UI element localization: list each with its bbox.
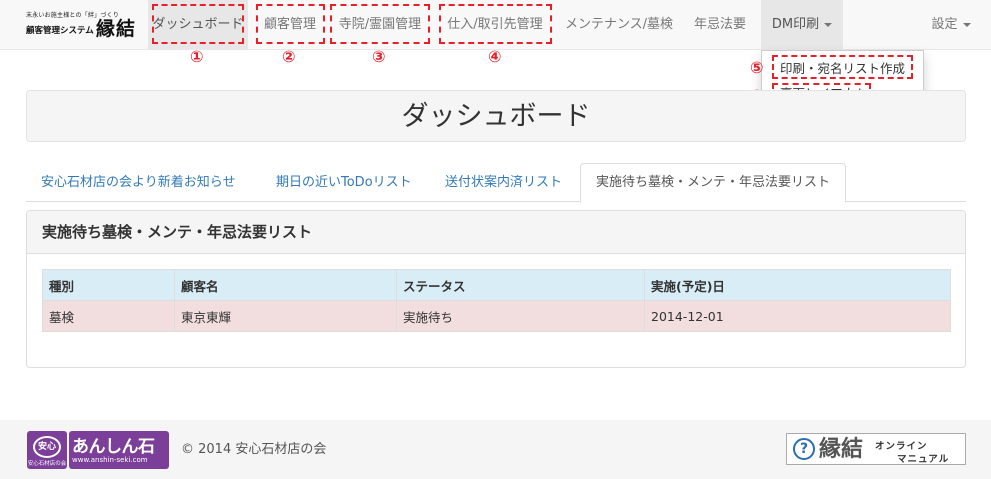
nav-dashboard[interactable]: ダッシュボード bbox=[148, 0, 248, 50]
manual-label-online: オンライン bbox=[875, 441, 928, 452]
anshin-badge-icon: 安心 安心石材店の会 bbox=[27, 431, 67, 469]
pending-table: 種別 顧客名 ステータス 実施(予定)日 墓検 東京東輝 実施待ち 2014-1… bbox=[42, 269, 951, 332]
cell-customer[interactable]: 東京東輝 bbox=[174, 300, 397, 332]
logo-badge-sub: 安心石材店の会 bbox=[27, 461, 67, 467]
page-header: ダッシュボード bbox=[26, 90, 966, 142]
column-header-date[interactable]: 実施(予定)日 bbox=[644, 269, 951, 301]
table-row[interactable]: 墓検 東京東輝 実施待ち 2014-12-01 bbox=[42, 300, 951, 332]
logo-text-box: あんしん石 www.anshin-seki.com bbox=[69, 431, 169, 469]
manual-label-manual: マニュアル bbox=[897, 454, 950, 465]
nav-temples[interactable]: 寺院/霊園管理 bbox=[330, 0, 430, 50]
tab-todo[interactable]: 期日の近いToDoリスト bbox=[261, 163, 427, 202]
online-manual-button[interactable]: ? 縁結 オンライン マニュアル bbox=[786, 433, 966, 465]
annotation-number-3: ③ bbox=[372, 47, 386, 66]
panel-title: 実施待ち墓検・メンテ・年忌法要リスト bbox=[42, 223, 313, 241]
brand-logo[interactable]: 末永いお施主様との「絆」づくり 顧客管理システム 縁結 bbox=[26, 10, 142, 40]
dashboard-tabs: 安心石材店の会より新着お知らせ 期日の近いToDoリスト 送付状案内済リスト 実… bbox=[26, 163, 966, 203]
panel-heading: 実施待ち墓検・メンテ・年忌法要リスト bbox=[27, 211, 965, 254]
nav-settings[interactable]: 設定 bbox=[921, 0, 981, 50]
caret-down-icon bbox=[824, 22, 833, 27]
brand-name: 縁結 bbox=[96, 18, 137, 40]
nav-customers[interactable]: 顧客管理 bbox=[254, 0, 326, 50]
nav-dm-print[interactable]: DM印刷 bbox=[761, 0, 843, 50]
logo-badge-text: 安心 bbox=[33, 436, 61, 458]
cell-date: 2014-12-01 bbox=[644, 300, 951, 332]
anshin-seki-logo[interactable]: 安心 安心石材店の会 あんしん石 www.anshin-seki.com bbox=[27, 431, 169, 469]
nav-suppliers[interactable]: 仕入/取引先管理 bbox=[438, 0, 552, 50]
tab-news[interactable]: 安心石材店の会より新着お知らせ bbox=[26, 163, 250, 202]
cell-type: 墓検 bbox=[42, 300, 175, 332]
pending-list-panel: 実施待ち墓検・メンテ・年忌法要リスト 種別 顧客名 ステータス 実施(予定)日 … bbox=[26, 210, 966, 368]
column-header-status[interactable]: ステータス bbox=[396, 269, 645, 301]
manual-brand-name: 縁結 bbox=[819, 436, 864, 462]
brand-system: 顧客管理システム bbox=[26, 26, 94, 36]
page-title: ダッシュボード bbox=[401, 101, 591, 132]
dropdown-item-print-address-list[interactable]: 印刷・宛名リスト作成 bbox=[780, 61, 905, 77]
nav-maintenance[interactable]: メンテナンス/墓検 bbox=[560, 0, 678, 50]
top-navbar: 末永いお施主様との「絆」づくり 顧客管理システム 縁結 ダッシュボード 顧客管理… bbox=[0, 0, 991, 50]
tab-sent-list[interactable]: 送付状案内済リスト bbox=[430, 163, 577, 202]
cell-status: 実施待ち bbox=[396, 300, 645, 332]
table-header-row: 種別 顧客名 ステータス 実施(予定)日 bbox=[42, 269, 951, 301]
annotation-number-2: ② bbox=[282, 47, 296, 66]
logo-main-text: あんしん石 bbox=[72, 437, 155, 457]
caret-down-icon bbox=[962, 22, 971, 27]
nav-settings-label: 設定 bbox=[931, 17, 958, 32]
annotation-number-4: ④ bbox=[488, 47, 502, 66]
annotation-number-1: ① bbox=[190, 47, 204, 66]
tab-pending-list[interactable]: 実施待ち墓検・メンテ・年忌法要リスト bbox=[580, 163, 847, 203]
annotation-number-5: ⑤ bbox=[750, 58, 764, 77]
nav-memorial[interactable]: 年忌法要 bbox=[684, 0, 756, 50]
footer: 安心 安心石材店の会 あんしん石 www.anshin-seki.com © 2… bbox=[0, 420, 991, 479]
column-header-type[interactable]: 種別 bbox=[42, 269, 175, 301]
nav-dm-print-label: DM印刷 bbox=[771, 17, 820, 32]
copyright: © 2014 安心石材店の会 bbox=[181, 442, 327, 457]
logo-url: www.anshin-seki.com bbox=[72, 456, 148, 464]
help-circle-icon: ? bbox=[793, 438, 815, 460]
column-header-customer[interactable]: 顧客名 bbox=[174, 269, 397, 301]
